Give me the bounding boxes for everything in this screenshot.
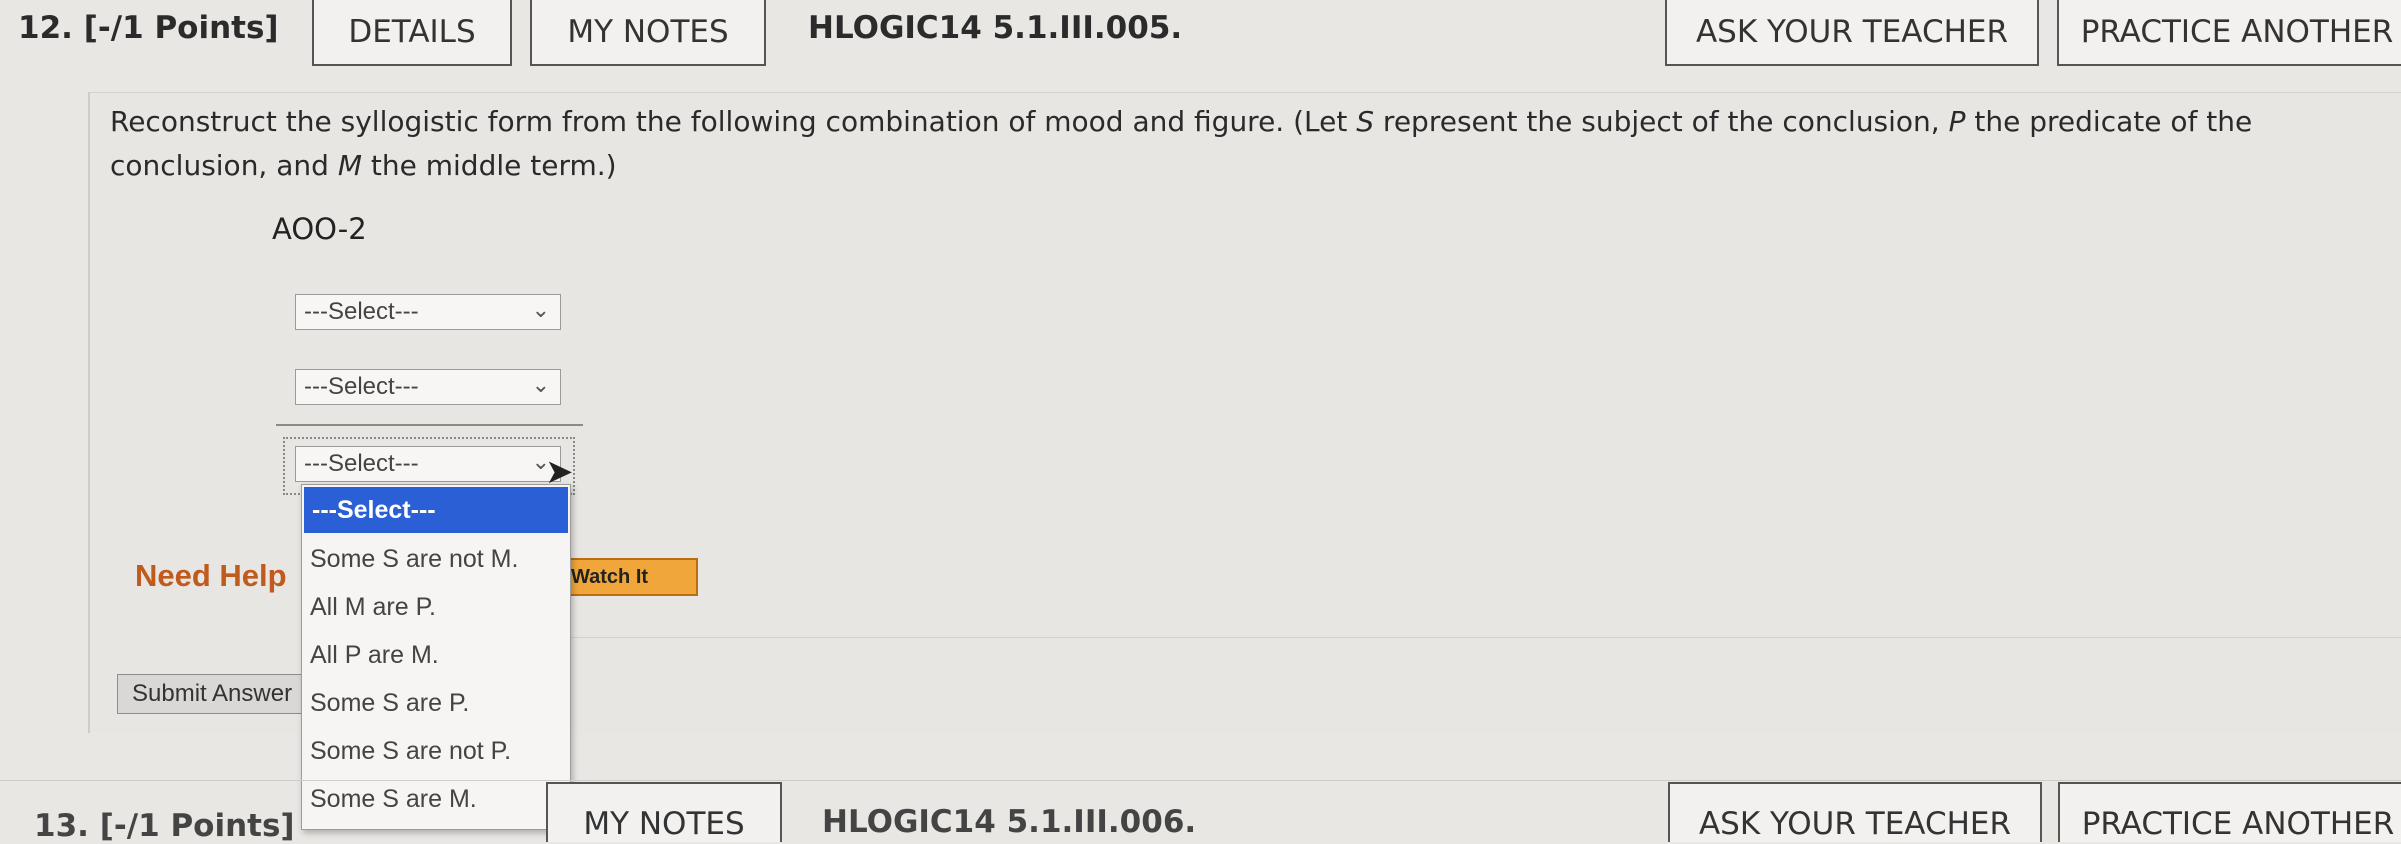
practice-another-button[interactable]: PRACTICE ANOTHER	[2057, 0, 2401, 66]
prompt-text-2: represent the subject of the conclusion,	[1374, 105, 1949, 138]
dropdown-option[interactable]: All P are M.	[302, 631, 570, 679]
var-s: S	[1356, 105, 1375, 138]
next-question-number: 13.	[34, 808, 89, 844]
next-assignment-code: HLOGIC14 5.1.III.006.	[822, 804, 1197, 840]
premise2-select-value: ---Select---	[304, 373, 419, 400]
premise1-select[interactable]: ---Select--- ⌄	[295, 294, 561, 330]
next-practice-another-button[interactable]: PRACTICE ANOTHER	[2058, 782, 2401, 842]
ask-your-teacher-button[interactable]: ASK YOUR TEACHER	[1665, 0, 2039, 66]
conclusion-dropdown-list: ---Select--- Some S are not M. All M are…	[301, 484, 571, 830]
points-label: [-/1 Points]	[83, 10, 279, 46]
my-notes-button[interactable]: MY NOTES	[530, 0, 766, 66]
mouse-pointer-icon: ➤	[545, 453, 574, 491]
next-ask-your-teacher-button[interactable]: ASK YOUR TEACHER	[1668, 782, 2042, 842]
dropdown-option[interactable]: All M are P.	[302, 583, 570, 631]
next-question-number-label: 13. [-/1 Points]	[34, 808, 295, 844]
dropdown-option[interactable]: Some S are P.	[302, 679, 570, 727]
prompt-text-4: the middle term.)	[362, 149, 617, 182]
next-points-label: [-/1 Points]	[99, 808, 295, 844]
conclusion-select-value: ---Select---	[304, 450, 419, 477]
question-number-label: 12. [-/1 Points]	[18, 10, 279, 46]
chevron-down-icon: ⌄	[531, 372, 550, 397]
premise1-select-value: ---Select---	[304, 298, 419, 325]
prompt-text-1: Reconstruct the syllogistic form from th…	[110, 105, 1357, 138]
question-number: 12.	[18, 10, 73, 46]
mood-figure-label: AOO-2	[272, 212, 367, 246]
submit-answer-button[interactable]: Submit Answer	[117, 674, 307, 714]
next-my-notes-button[interactable]: MY NOTES	[546, 782, 782, 842]
details-button[interactable]: DETAILS	[312, 0, 512, 66]
var-p: P	[1948, 105, 1966, 138]
question-header: 12. [-/1 Points] DETAILS MY NOTES HLOGIC…	[0, 0, 2401, 78]
dropdown-option[interactable]: Some S are not M.	[302, 535, 570, 583]
dropdown-option[interactable]: Some S are not P.	[302, 727, 570, 775]
section-divider	[560, 637, 2401, 638]
conclusion-select[interactable]: ---Select--- ⌄	[295, 446, 561, 482]
var-m: M	[337, 149, 362, 182]
chevron-down-icon: ⌄	[531, 297, 550, 322]
assignment-code: HLOGIC14 5.1.III.005.	[808, 10, 1183, 46]
watch-it-button[interactable]: Watch It	[561, 558, 698, 596]
question-prompt: Reconstruct the syllogistic form from th…	[110, 100, 2390, 188]
conclusion-divider-line	[276, 424, 583, 426]
premise2-select[interactable]: ---Select--- ⌄	[295, 369, 561, 405]
need-help-label: Need Help	[135, 558, 287, 593]
dropdown-option[interactable]: ---Select---	[304, 487, 568, 533]
